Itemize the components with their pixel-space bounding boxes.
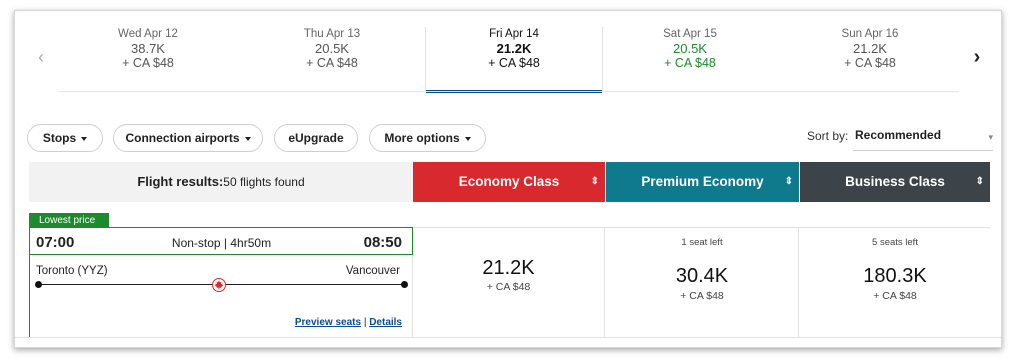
sort-arrows-icon: ⇕ [590, 176, 599, 187]
premium-fare-cell[interactable]: 1 seat left 30.4K + CA $48 [606, 227, 799, 337]
chevron-right-icon[interactable]: › [969, 47, 985, 67]
economy-class-label: Economy Class [458, 174, 560, 189]
stops-label: Stops [42, 131, 77, 145]
chevron-left-icon[interactable]: ‹ [33, 47, 49, 67]
premium-seats-left: 1 seat left [681, 237, 723, 248]
date-points: 38.7K [131, 41, 165, 56]
eupgrade-filter-button[interactable]: eUpgrade [274, 124, 358, 152]
destination-dot [401, 281, 408, 288]
flight-search-panel: ‹ Wed Apr 12 38.7K + CA $48 Thu Apr 13 2… [14, 10, 1002, 348]
caret-down-icon [81, 136, 88, 141]
date-points: 20.5K [315, 41, 349, 56]
premium-fee: + CA $48 [680, 290, 724, 302]
flight-results-count: 50 flights found [223, 175, 305, 189]
date-fee: + CA $48 [306, 56, 358, 70]
flight-links: Preview seats | Details [295, 317, 402, 328]
date-fee: + CA $48 [844, 56, 896, 70]
date-fee: + CA $48 [488, 56, 540, 70]
date-label: Sat Apr 15 [663, 28, 717, 40]
stops-filter-button[interactable]: Stops [27, 124, 103, 152]
date-option-fri-apr-14[interactable]: Fri Apr 14 21.2K + CA $48 [425, 27, 603, 93]
economy-price: 21.2K [482, 257, 535, 279]
date-label: Wed Apr 12 [118, 28, 178, 40]
arrival-time: 08:50 [363, 234, 402, 251]
flight-card[interactable]: 07:00 Non-stop | 4hr50m 08:50 Toronto (Y… [29, 227, 413, 337]
caret-down-icon [244, 136, 251, 141]
origin-dot [35, 281, 42, 288]
date-option-thu-apr-13[interactable]: Thu Apr 13 20.5K + CA $48 [243, 27, 421, 91]
destination-airport: Vancouver [345, 265, 400, 277]
flight-results-header: Flight results:50 flights found [29, 162, 413, 202]
date-option-sun-apr-16[interactable]: Sun Apr 16 21.2K + CA $48 [781, 27, 959, 91]
date-label: Thu Apr 13 [303, 28, 361, 40]
sort-by-label: Sort by: [807, 129, 849, 143]
connection-airports-filter-button[interactable]: Connection airports [113, 124, 263, 152]
more-options-label: More options [384, 131, 460, 145]
flight-results-label: Flight results: [137, 174, 224, 189]
eupgrade-label: eUpgrade [288, 131, 344, 145]
date-points: 20.5K [673, 41, 707, 56]
caret-down-icon: ▾ [988, 132, 993, 142]
sort-value: Recommended [855, 128, 942, 142]
date-strip-divider [59, 91, 959, 92]
date-strip: ‹ Wed Apr 12 38.7K + CA $48 Thu Apr 13 2… [15, 27, 1001, 93]
flight-summary: Non-stop | 4hr50m [171, 236, 272, 250]
results-bottom-border [15, 337, 1001, 338]
sort-arrows-icon: ⇕ [784, 176, 793, 187]
date-points: 21.2K [496, 41, 532, 56]
origin-airport: Toronto (YYZ) [36, 265, 108, 277]
business-seats-left: 5 seats left [872, 237, 918, 248]
business-class-header[interactable]: Business Class ⇕ [800, 162, 990, 202]
premium-price: 30.4K [675, 265, 729, 287]
date-fee: + CA $48 [664, 56, 716, 70]
preview-seats-link[interactable]: Preview seats [295, 317, 361, 328]
flight-time-bar: 07:00 Non-stop | 4hr50m 08:50 [30, 227, 413, 255]
sort-select[interactable]: Recommended ▾ [853, 123, 993, 151]
date-label: Fri Apr 14 [489, 28, 539, 40]
caret-down-icon [464, 136, 471, 141]
premium-economy-label: Premium Economy [641, 174, 764, 189]
economy-fare-cell[interactable]: 21.2K + CA $48 [413, 227, 605, 337]
lowest-price-badge: Lowest price [29, 213, 109, 228]
business-fare-cell[interactable]: 5 seats left 180.3K + CA $48 [800, 227, 990, 337]
link-separator: | [363, 317, 367, 328]
business-price: 180.3K [863, 265, 927, 287]
premium-economy-header[interactable]: Premium Economy ⇕ [606, 162, 799, 202]
sort-arrows-icon: ⇕ [975, 176, 984, 187]
date-fee: + CA $48 [122, 56, 174, 70]
economy-fee: + CA $48 [486, 281, 531, 293]
maple-leaf-icon [212, 278, 226, 292]
details-link[interactable]: Details [369, 317, 402, 328]
date-label: Sun Apr 16 [841, 28, 899, 40]
date-option-sat-apr-15[interactable]: Sat Apr 15 20.5K + CA $48 [601, 27, 779, 91]
business-fee: + CA $48 [873, 290, 917, 302]
date-points: 21.2K [853, 41, 887, 56]
more-options-button[interactable]: More options [369, 124, 486, 152]
business-class-label: Business Class [845, 174, 945, 189]
date-option-wed-apr-12[interactable]: Wed Apr 12 38.7K + CA $48 [59, 27, 237, 91]
economy-class-header[interactable]: Economy Class ⇕ [413, 162, 605, 202]
connection-airports-label: Connection airports [125, 131, 240, 145]
